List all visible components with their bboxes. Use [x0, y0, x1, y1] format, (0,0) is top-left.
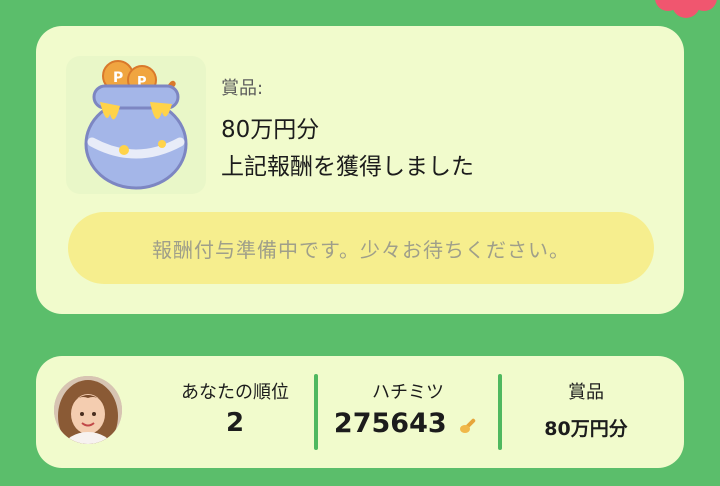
rank-value: 2 — [225, 408, 245, 438]
rank-label: あなたの順位 — [181, 382, 289, 403]
svg-text:P: P — [113, 70, 123, 86]
honey-stat: ハチミツ 275643 — [318, 356, 498, 468]
honey-value: 275643 — [333, 408, 447, 439]
honey-pot-image: P P — [66, 56, 206, 194]
reward-card: P P 賞品: 80万円分 上記報酬を獲得しました 報酬付与準備中です。少々お待… — [36, 26, 684, 314]
rank-prize-value: 80万円分 — [544, 418, 628, 440]
status-pill: 報酬付与準備中です。少々お待ちください。 — [68, 212, 654, 284]
prize-stat: 賞品 80万円分 — [502, 356, 670, 468]
rank-stat: あなたの順位 2 — [156, 356, 314, 468]
prize-label: 賞品: — [221, 78, 264, 99]
flower-icon — [655, 0, 717, 18]
prize-value: 80万円分 — [221, 117, 320, 143]
honey-dipper-icon — [460, 418, 476, 433]
rank-prize-label: 賞品 — [568, 382, 604, 403]
ranking-card: あなたの順位 2 ハチミツ 275643 賞品 80万円分 — [36, 356, 684, 468]
earned-message: 上記報酬を獲得しました — [221, 154, 474, 180]
honey-value-row: 275643 — [318, 408, 498, 439]
avatar — [54, 376, 122, 444]
honey-pot-icon: P P — [84, 60, 188, 190]
honey-label: ハチミツ — [372, 382, 444, 403]
